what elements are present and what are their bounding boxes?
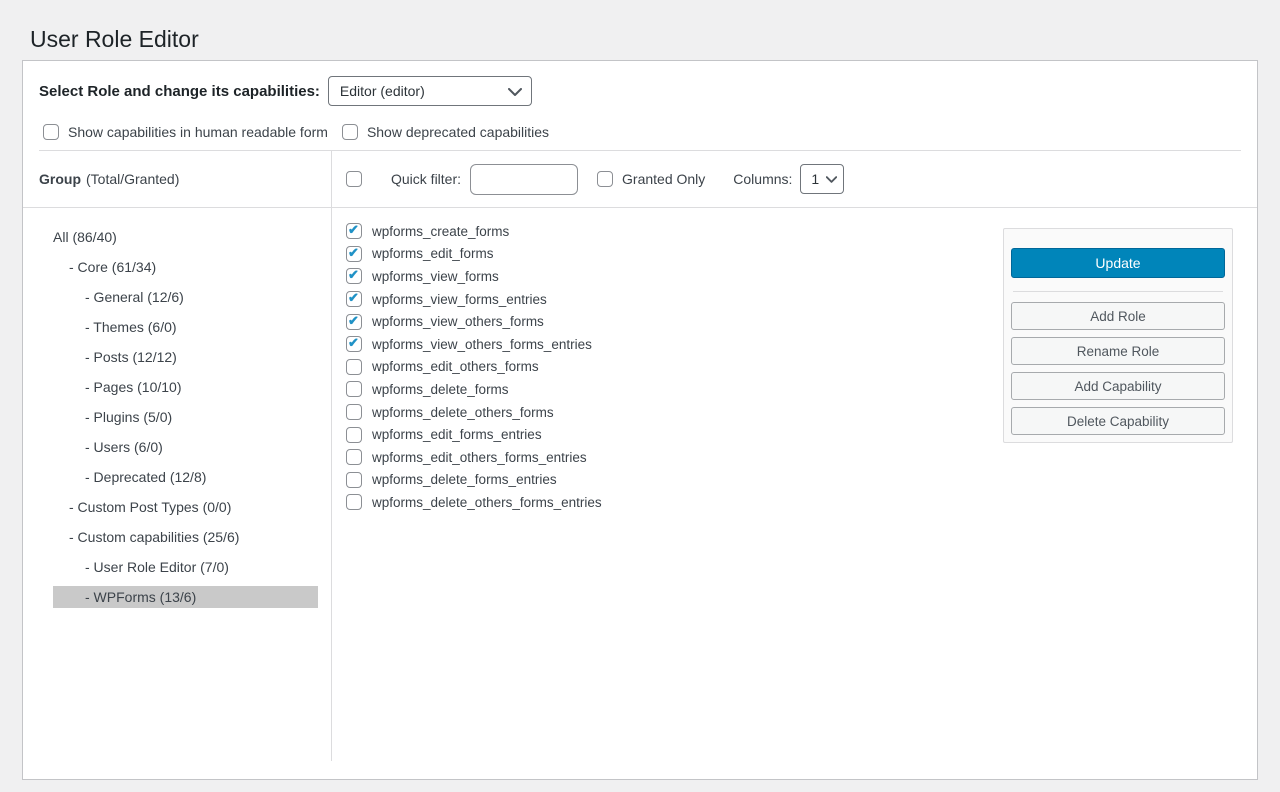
capability-label: wpforms_delete_others_forms_entries: [372, 495, 602, 510]
deprecated-label: Show deprecated capabilities: [367, 124, 549, 140]
capability-checkbox-wpforms_delete_others_forms_entries[interactable]: [346, 494, 362, 510]
capability-label: wpforms_edit_forms: [372, 246, 494, 261]
page-title: User Role Editor: [30, 26, 1280, 53]
capability-checkbox-wpforms_delete_others_forms[interactable]: [346, 404, 362, 420]
group-item-posts[interactable]: - Posts (12/12): [53, 346, 318, 368]
capability-label: wpforms_view_forms_entries: [372, 292, 547, 307]
capability-label: wpforms_create_forms: [372, 224, 509, 239]
capability-label: wpforms_view_others_forms_entries: [372, 337, 592, 352]
capability-checkbox-wpforms_view_others_forms_entries[interactable]: [346, 336, 362, 352]
group-header-suffix: (Total/Granted): [86, 171, 179, 187]
quick-filter-bar: Quick filter: Granted Only Columns: 1: [332, 151, 1257, 207]
group-item-deprecated[interactable]: - Deprecated (12/8): [53, 466, 318, 488]
main-area: All (86/40) - Core (61/34) - General (12/6…: [23, 208, 1257, 761]
capability-checkbox-wpforms_create_forms[interactable]: [346, 223, 362, 239]
group-item-general[interactable]: - General (12/6): [53, 286, 318, 308]
capability-label: wpforms_view_others_forms: [372, 314, 544, 329]
deprecated-checkbox[interactable]: [342, 124, 358, 140]
rename-role-button[interactable]: Rename Role: [1011, 337, 1225, 365]
capability-label: wpforms_view_forms: [372, 269, 499, 284]
capability-label: wpforms_delete_forms: [372, 382, 509, 397]
capability-label: wpforms_edit_forms_entries: [372, 427, 542, 442]
capability-label: wpforms_edit_others_forms_entries: [372, 450, 587, 465]
select-all-checkbox[interactable]: [346, 171, 362, 187]
actions-panel: Update Add Role Rename Role Add Capabili…: [1003, 228, 1233, 443]
add-capability-button[interactable]: Add Capability: [1011, 372, 1225, 400]
role-selector-row: Select Role and change its capabilities:…: [23, 61, 1257, 106]
group-item-core[interactable]: - Core (61/34): [53, 256, 318, 278]
group-item-pages[interactable]: - Pages (10/10): [53, 376, 318, 398]
chevron-down-icon: [508, 88, 522, 96]
capability-checkbox-wpforms_view_forms_entries[interactable]: [346, 291, 362, 307]
chevron-down-icon: [826, 176, 837, 183]
group-item-plugins[interactable]: - Plugins (5/0): [53, 406, 318, 428]
human-readable-label: Show capabilities in human readable form: [68, 124, 328, 140]
columns-select[interactable]: 1: [800, 164, 844, 194]
filter-header-row: Group (Total/Granted) Quick filter: Gran…: [23, 151, 1257, 208]
group-header: Group (Total/Granted): [23, 151, 332, 207]
granted-only-label: Granted Only: [622, 171, 705, 187]
group-item-user-role-editor[interactable]: - User Role Editor (7/0): [53, 556, 318, 578]
capability-label: wpforms_delete_forms_entries: [372, 472, 557, 487]
quick-filter-input[interactable]: [470, 164, 578, 195]
human-readable-checkbox[interactable]: [43, 124, 59, 140]
granted-only-checkbox[interactable]: [597, 171, 613, 187]
capability-label: wpforms_delete_others_forms: [372, 405, 554, 420]
capability-label: wpforms_edit_others_forms: [372, 359, 539, 374]
capability-row: wpforms_delete_others_forms_entries: [346, 491, 1257, 514]
add-role-button[interactable]: Add Role: [1011, 302, 1225, 330]
group-item-custom-post-types[interactable]: - Custom Post Types (0/0): [53, 496, 318, 518]
quick-filter-label: Quick filter:: [391, 171, 461, 187]
group-item-wpforms[interactable]: - WPForms (13/6): [53, 586, 318, 608]
capability-checkbox-wpforms_edit_forms[interactable]: [346, 246, 362, 262]
capabilities-area: wpforms_create_forms wpforms_edit_formswp…: [332, 208, 1257, 761]
capability-checkbox-wpforms_view_forms[interactable]: [346, 268, 362, 284]
actions-divider: [1013, 291, 1223, 292]
group-header-title: Group: [39, 171, 81, 187]
role-select[interactable]: Editor (editor): [328, 76, 532, 106]
capability-row: wpforms_edit_others_forms_entries: [346, 446, 1257, 469]
user-role-editor-panel: Select Role and change its capabilities:…: [22, 60, 1258, 780]
capability-checkbox-wpforms_edit_others_forms_entries[interactable]: [346, 449, 362, 465]
role-selector-label: Select Role and change its capabilities:: [39, 83, 320, 100]
capability-checkbox-wpforms_delete_forms_entries[interactable]: [346, 472, 362, 488]
capability-checkbox-wpforms_edit_forms_entries[interactable]: [346, 427, 362, 443]
display-options-row: Show capabilities in human readable form…: [23, 124, 1257, 140]
update-button[interactable]: Update: [1011, 248, 1225, 278]
capability-checkbox-wpforms_edit_others_forms[interactable]: [346, 359, 362, 375]
capability-groups-tree: All (86/40) - Core (61/34) - General (12/6…: [23, 208, 332, 761]
group-item-custom-capabilities[interactable]: - Custom capabilities (25/6): [53, 526, 318, 548]
role-select-value: Editor (editor): [340, 83, 425, 99]
group-item-all[interactable]: All (86/40): [53, 226, 318, 248]
delete-capability-button[interactable]: Delete Capability: [1011, 407, 1225, 435]
columns-label: Columns:: [733, 171, 792, 187]
columns-select-value: 1: [811, 171, 819, 187]
group-item-themes[interactable]: - Themes (6/0): [53, 316, 318, 338]
capability-checkbox-wpforms_view_others_forms[interactable]: [346, 314, 362, 330]
capability-checkbox-wpforms_delete_forms[interactable]: [346, 381, 362, 397]
group-item-users[interactable]: - Users (6/0): [53, 436, 318, 458]
capability-row: wpforms_delete_forms_entries: [346, 469, 1257, 492]
